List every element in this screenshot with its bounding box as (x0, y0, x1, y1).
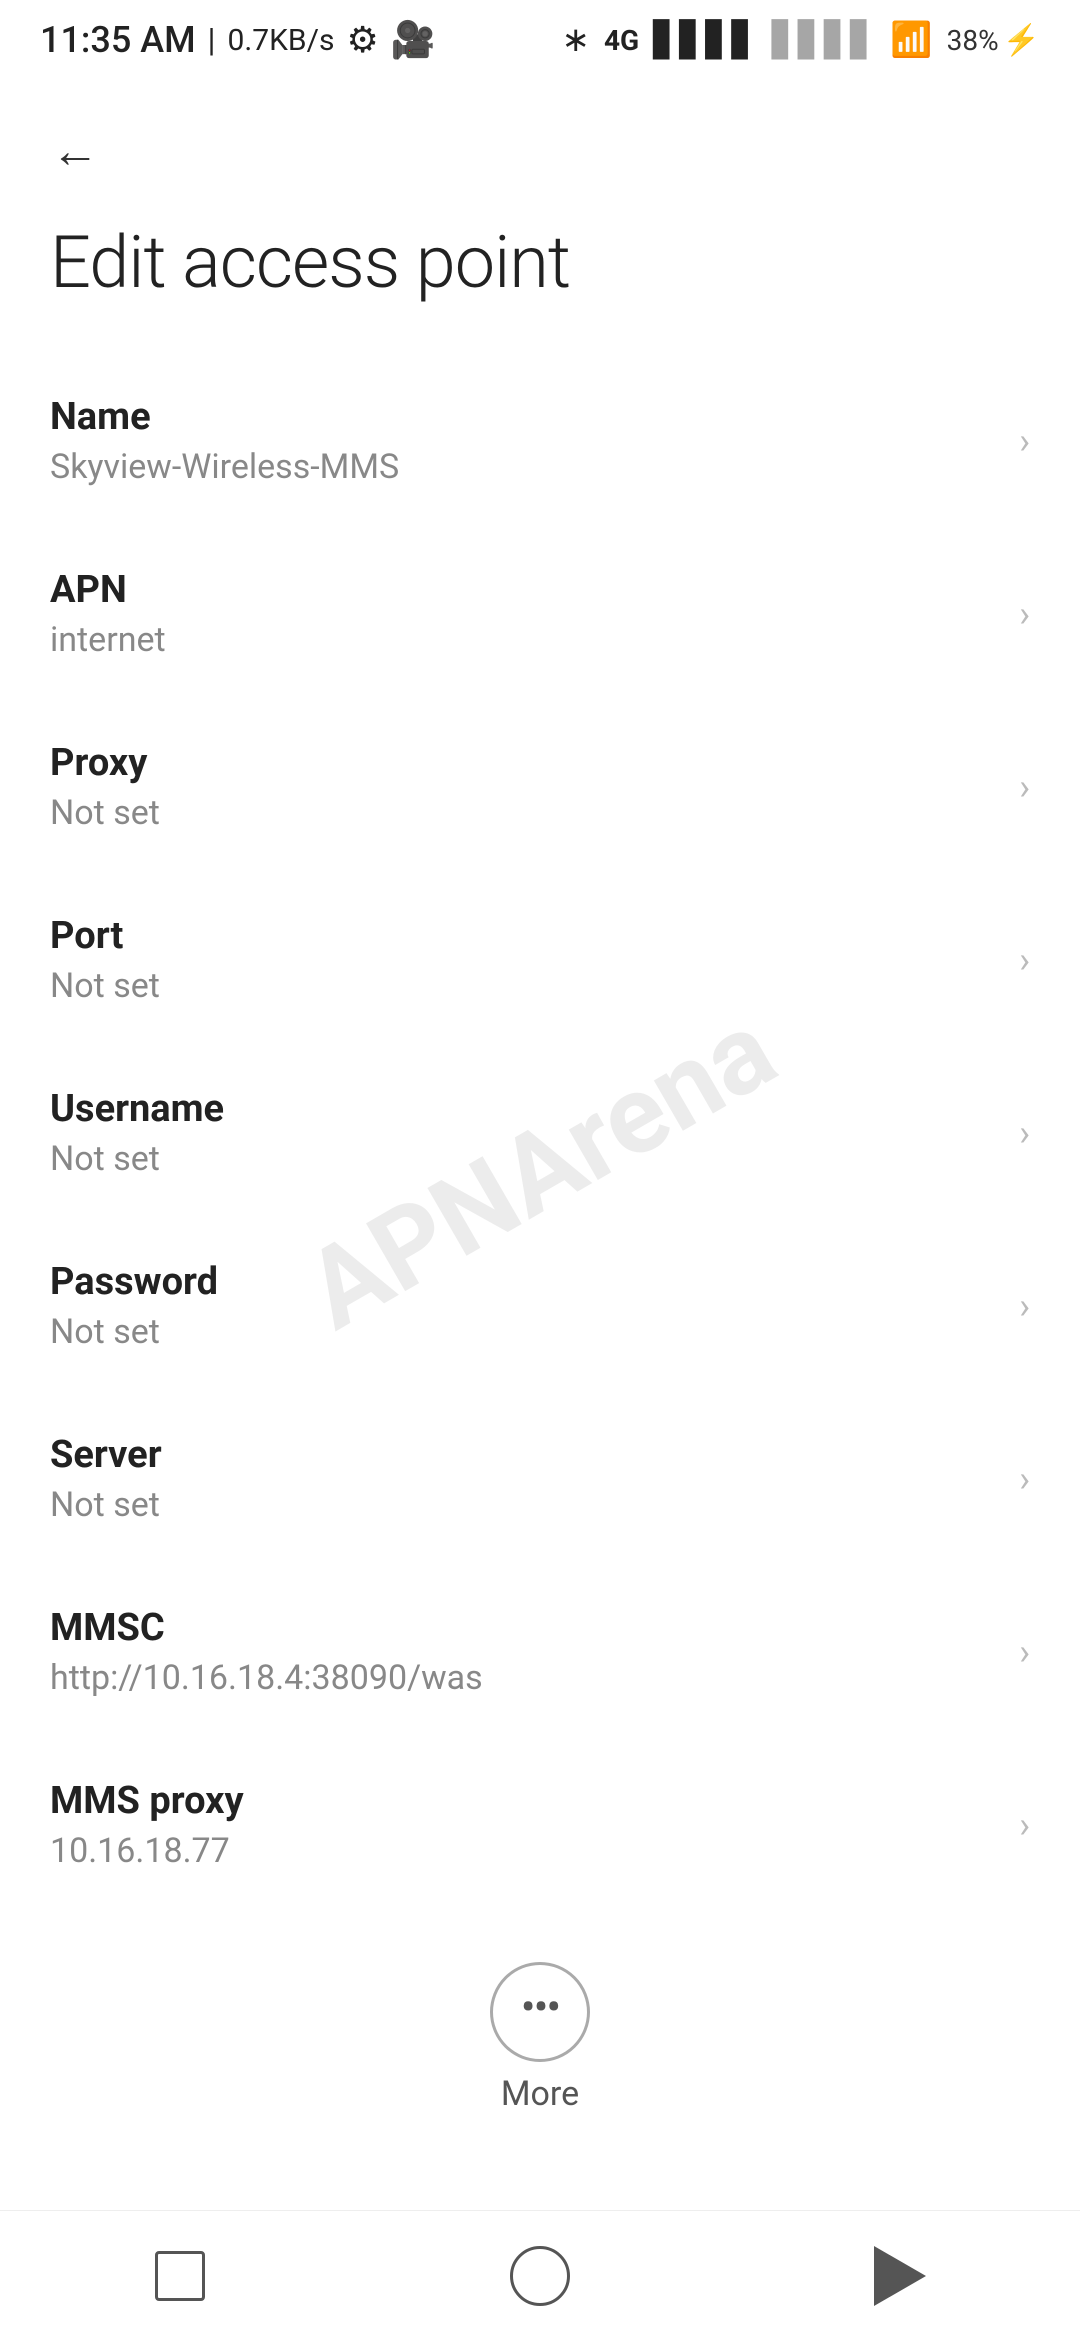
status-speed: 0.7KB/s (227, 23, 334, 58)
status-separator: | (208, 21, 216, 59)
settings-item-port-value: Not set (50, 966, 999, 1006)
chevron-right-icon-proxy: › (1019, 766, 1030, 808)
settings-item-apn-label: APN (50, 568, 999, 612)
settings-item-username-label: Username (50, 1087, 999, 1131)
more-dots-icon: ••• (521, 1985, 560, 2029)
chevron-right-icon-name: › (1019, 420, 1030, 462)
settings-item-mmsc-content: MMSC http://10.16.18.4:38090/was (50, 1606, 999, 1698)
settings-item-mmsc-value: http://10.16.18.4:38090/was (50, 1658, 999, 1698)
settings-item-password-value: Not set (50, 1312, 999, 1352)
page-title: Edit access point (0, 200, 1080, 355)
settings-item-username-value: Not set (50, 1139, 999, 1179)
settings-item-username-content: Username Not set (50, 1087, 999, 1179)
settings-item-server-value: Not set (50, 1485, 999, 1525)
settings-item-password-label: Password (50, 1260, 999, 1304)
settings-item-name-content: Name Skyview-Wireless-MMS (50, 395, 999, 487)
chevron-right-icon-mms-proxy: › (1019, 1804, 1030, 1846)
settings-item-port-content: Port Not set (50, 914, 999, 1006)
settings-item-mms-proxy-label: MMS proxy (50, 1779, 999, 1823)
chevron-right-icon-server: › (1019, 1458, 1030, 1500)
battery-percent: 38% (947, 24, 999, 57)
back-nav-button[interactable] (840, 2236, 960, 2316)
settings-item-server-content: Server Not set (50, 1433, 999, 1525)
signal-4g-icon: 4G (604, 24, 639, 57)
settings-icon: ⚙ (346, 19, 378, 61)
chevron-right-icon-port: › (1019, 939, 1030, 981)
bluetooth-icon: ∗ (561, 20, 590, 60)
settings-item-name[interactable]: Name Skyview-Wireless-MMS › (0, 355, 1080, 528)
settings-item-port[interactable]: Port Not set › (0, 874, 1080, 1047)
settings-item-apn-content: APN internet (50, 568, 999, 660)
settings-item-server[interactable]: Server Not set › (0, 1393, 1080, 1566)
settings-item-proxy[interactable]: Proxy Not set › (0, 701, 1080, 874)
settings-item-port-label: Port (50, 914, 999, 958)
more-button[interactable]: ••• (490, 1962, 590, 2062)
home-button[interactable] (480, 2236, 600, 2316)
home-icon (510, 2246, 570, 2306)
settings-item-name-value: Skyview-Wireless-MMS (50, 447, 999, 487)
status-bar: 11:35 AM | 0.7KB/s ⚙ 🎥 ∗ 4G ▋▋▋▋ ▋▋▋▋ 📶 … (0, 0, 1080, 80)
signal-bars-icon: ▋▋▋▋ (653, 20, 758, 60)
settings-item-name-label: Name (50, 395, 999, 439)
more-label: More (501, 2074, 579, 2114)
recent-apps-icon (155, 2251, 205, 2301)
chevron-right-icon-password: › (1019, 1285, 1030, 1327)
signal-bars2-icon: ▋▋▋▋ (772, 20, 877, 60)
status-bar-right: ∗ 4G ▋▋▋▋ ▋▋▋▋ 📶 38% ⚡ (561, 20, 1040, 60)
settings-item-username[interactable]: Username Not set › (0, 1047, 1080, 1220)
chevron-right-icon-apn: › (1019, 593, 1030, 635)
back-arrow-icon: ← (51, 122, 99, 179)
wifi-icon: 📶 (890, 20, 932, 60)
settings-list: Name Skyview-Wireless-MMS › APN internet… (0, 355, 1080, 1912)
back-nav-icon (874, 2246, 926, 2306)
chevron-right-icon-username: › (1019, 1112, 1030, 1154)
settings-item-server-label: Server (50, 1433, 999, 1477)
settings-item-mms-proxy-value: 10.16.18.77 (50, 1831, 999, 1871)
back-area: ← (0, 80, 1080, 200)
settings-item-password-content: Password Not set (50, 1260, 999, 1352)
battery-container: 38% ⚡ (947, 23, 1040, 58)
settings-item-apn[interactable]: APN internet › (0, 528, 1080, 701)
status-time: 11:35 AM (40, 19, 196, 61)
settings-item-mmsc[interactable]: MMSC http://10.16.18.4:38090/was › (0, 1566, 1080, 1739)
recent-apps-button[interactable] (120, 2236, 240, 2316)
settings-item-password[interactable]: Password Not set › (0, 1220, 1080, 1393)
settings-item-apn-value: internet (50, 620, 999, 660)
settings-item-proxy-content: Proxy Not set (50, 741, 999, 833)
status-bar-left: 11:35 AM | 0.7KB/s ⚙ 🎥 (40, 19, 436, 61)
settings-item-proxy-label: Proxy (50, 741, 999, 785)
chevron-right-icon-mmsc: › (1019, 1631, 1030, 1673)
bottom-nav (0, 2210, 1080, 2340)
bolt-icon: ⚡ (1003, 23, 1040, 58)
camera-icon: 🎥 (391, 19, 436, 61)
settings-item-mmsc-label: MMSC (50, 1606, 999, 1650)
settings-item-mms-proxy-content: MMS proxy 10.16.18.77 (50, 1779, 999, 1871)
back-button[interactable]: ← (40, 120, 110, 180)
settings-item-mms-proxy[interactable]: MMS proxy 10.16.18.77 › (0, 1739, 1080, 1912)
settings-item-proxy-value: Not set (50, 793, 999, 833)
more-section: ••• More (0, 1912, 1080, 2144)
